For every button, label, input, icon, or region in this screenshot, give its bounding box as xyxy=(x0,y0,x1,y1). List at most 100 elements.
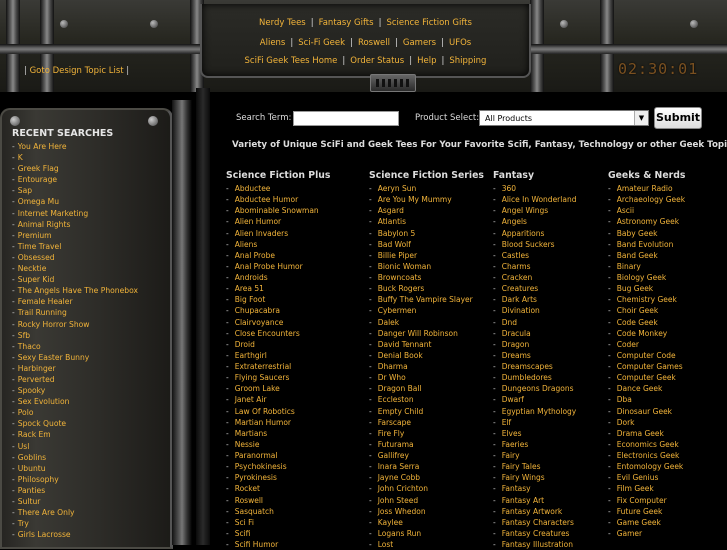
topic-list-item[interactable]: - Dwarf xyxy=(493,394,576,405)
topic-list-item[interactable]: - Buffy The Vampire Slayer xyxy=(369,294,484,305)
topic-link[interactable]: Fairy Wings xyxy=(502,473,545,482)
topic-list-item[interactable]: - Faeries xyxy=(493,439,576,450)
topic-list-item[interactable]: - Androids xyxy=(226,272,330,283)
recent-search-link[interactable]: Sex Evolution xyxy=(18,397,70,406)
topic-link[interactable]: Angels xyxy=(502,217,527,226)
topic-list-item[interactable]: - Logans Run xyxy=(369,528,484,539)
recent-search-item[interactable]: - Sultur xyxy=(12,496,162,507)
recent-search-link[interactable]: There Are Only xyxy=(18,508,75,517)
topic-list-item[interactable]: - Code Monkey xyxy=(608,328,685,339)
recent-search-link[interactable]: Sfb xyxy=(18,331,30,340)
topic-link[interactable]: Rocket xyxy=(235,484,260,493)
recent-search-link[interactable]: Sultur xyxy=(18,497,41,506)
topic-link[interactable]: Game Geek xyxy=(617,518,661,527)
recent-search-link[interactable]: Animal Rights xyxy=(18,220,71,229)
recent-search-link[interactable]: Thaco xyxy=(18,342,41,351)
topic-list-item[interactable]: - Blood Suckers xyxy=(493,239,576,250)
topic-list-item[interactable]: - Fire Fly xyxy=(369,428,484,439)
topic-link[interactable]: Bionic Woman xyxy=(378,262,431,271)
recent-search-item[interactable]: - Thaco xyxy=(12,341,162,352)
topic-link[interactable]: Abominable Snowman xyxy=(235,206,319,215)
recent-search-link[interactable]: Necktie xyxy=(18,264,47,273)
topic-link[interactable]: Are You My Mummy xyxy=(378,195,452,204)
topic-list-item[interactable]: - Joss Whedon xyxy=(369,506,484,517)
recent-search-link[interactable]: Perverted xyxy=(18,375,55,384)
topic-list-item[interactable]: - Charms xyxy=(493,261,576,272)
nav-link-shipping[interactable]: Shipping xyxy=(449,56,486,66)
topic-list-item[interactable]: - Fix Computer xyxy=(608,495,685,506)
recent-search-link[interactable]: Spooky xyxy=(18,386,46,395)
recent-search-link[interactable]: Usl xyxy=(18,442,30,451)
recent-search-link[interactable]: Goblins xyxy=(18,453,46,462)
topic-link[interactable]: Asgard xyxy=(378,206,404,215)
topic-list-item[interactable]: - Dalek xyxy=(369,317,484,328)
topic-list-item[interactable]: - Game Geek xyxy=(608,517,685,528)
recent-search-item[interactable]: - Polo xyxy=(12,407,162,418)
topic-link[interactable]: Choir Geek xyxy=(617,306,659,315)
topic-list-item[interactable]: - Egyptian Mythology xyxy=(493,406,576,417)
topic-link[interactable]: John Crichton xyxy=(378,484,428,493)
topic-link[interactable]: Alien Invaders xyxy=(235,229,288,238)
topic-list-item[interactable]: - Aeryn Sun xyxy=(369,183,484,194)
topic-list-item[interactable]: - Rocket xyxy=(226,483,330,494)
recent-search-link[interactable]: Rocky Horror Show xyxy=(18,320,90,329)
recent-search-item[interactable]: - Sex Evolution xyxy=(12,396,162,407)
topic-link[interactable]: Inara Serra xyxy=(378,462,420,471)
topic-link[interactable]: Pyrokinesis xyxy=(235,473,277,482)
recent-search-item[interactable]: - Animal Rights xyxy=(12,219,162,230)
topic-link[interactable]: Amateur Radio xyxy=(617,184,673,193)
nav-link-gamers[interactable]: Gamers xyxy=(403,38,436,48)
topic-link[interactable]: Coder xyxy=(617,340,639,349)
topic-list-item[interactable]: - Buck Rogers xyxy=(369,283,484,294)
topic-list-item[interactable]: - Jayne Cobb xyxy=(369,472,484,483)
recent-search-link[interactable]: Philosophy xyxy=(18,475,59,484)
topic-link[interactable]: Dr Who xyxy=(378,373,406,382)
product-select[interactable]: All Products ▼ xyxy=(479,110,649,126)
recent-search-link[interactable]: Super Kid xyxy=(18,275,55,284)
topic-link[interactable]: Code Monkey xyxy=(617,329,668,338)
topic-list-item[interactable]: - Kaylee xyxy=(369,517,484,528)
topic-list-item[interactable]: - Alien Humor xyxy=(226,216,330,227)
topic-link[interactable]: Code Geek xyxy=(617,318,658,327)
topic-list-item[interactable]: - Droid xyxy=(226,339,330,350)
nav-link-nerdy-tees[interactable]: Nerdy Tees xyxy=(259,18,306,28)
topic-list-item[interactable]: - Aliens xyxy=(226,239,330,250)
topic-link[interactable]: Jayne Cobb xyxy=(378,473,420,482)
topic-link[interactable]: Angel Wings xyxy=(502,206,548,215)
topic-link[interactable]: Nessie xyxy=(235,440,260,449)
topic-list-item[interactable]: - Dreamscapes xyxy=(493,361,576,372)
recent-search-item[interactable]: - There Are Only xyxy=(12,507,162,518)
topic-list-item[interactable]: - Paranormal xyxy=(226,450,330,461)
topic-list-item[interactable]: - Evil Genius xyxy=(608,472,685,483)
topic-link[interactable]: Elves xyxy=(502,429,522,438)
recent-search-link[interactable]: K xyxy=(18,153,23,162)
topic-link[interactable]: Area 51 xyxy=(235,284,264,293)
topic-list-item[interactable]: - Fantasy xyxy=(493,483,576,494)
topic-link[interactable]: Creatures xyxy=(502,284,539,293)
topic-list-item[interactable]: - Dr Who xyxy=(369,372,484,383)
recent-search-item[interactable]: - Sfb xyxy=(12,330,162,341)
topic-link[interactable]: Bug Geek xyxy=(617,284,653,293)
topic-link[interactable]: Faeries xyxy=(502,440,529,449)
topic-list-item[interactable]: - John Crichton xyxy=(369,483,484,494)
recent-search-link[interactable]: Premium xyxy=(18,231,52,240)
topic-link[interactable]: Roswell xyxy=(235,496,263,505)
topic-list-item[interactable]: - Dragon xyxy=(493,339,576,350)
topic-list-item[interactable]: - Pyrokinesis xyxy=(226,472,330,483)
recent-search-item[interactable]: - Entourage xyxy=(12,174,162,185)
recent-search-link[interactable]: Obsessed xyxy=(18,253,55,262)
topic-link[interactable]: Earthgirl xyxy=(235,351,267,360)
recent-search-link[interactable]: Omega Mu xyxy=(18,197,59,206)
topic-link[interactable]: Dharma xyxy=(378,362,408,371)
topic-link[interactable]: Computer Geek xyxy=(617,373,676,382)
topic-list-item[interactable]: - Fantasy Characters xyxy=(493,517,576,528)
topic-list-item[interactable]: - Flying Saucers xyxy=(226,372,330,383)
topic-list-item[interactable]: - Dba xyxy=(608,394,685,405)
topic-list-item[interactable]: - Binary xyxy=(608,261,685,272)
topic-link[interactable]: Binary xyxy=(617,262,641,271)
topic-link[interactable]: Fantasy Art xyxy=(502,496,544,505)
topic-link[interactable]: Farscape xyxy=(378,418,411,427)
recent-search-item[interactable]: - Premium xyxy=(12,230,162,241)
topic-list-item[interactable]: - Gallifrey xyxy=(369,450,484,461)
goto-design-topic-list-link[interactable]: Goto Design Topic List xyxy=(30,66,124,76)
